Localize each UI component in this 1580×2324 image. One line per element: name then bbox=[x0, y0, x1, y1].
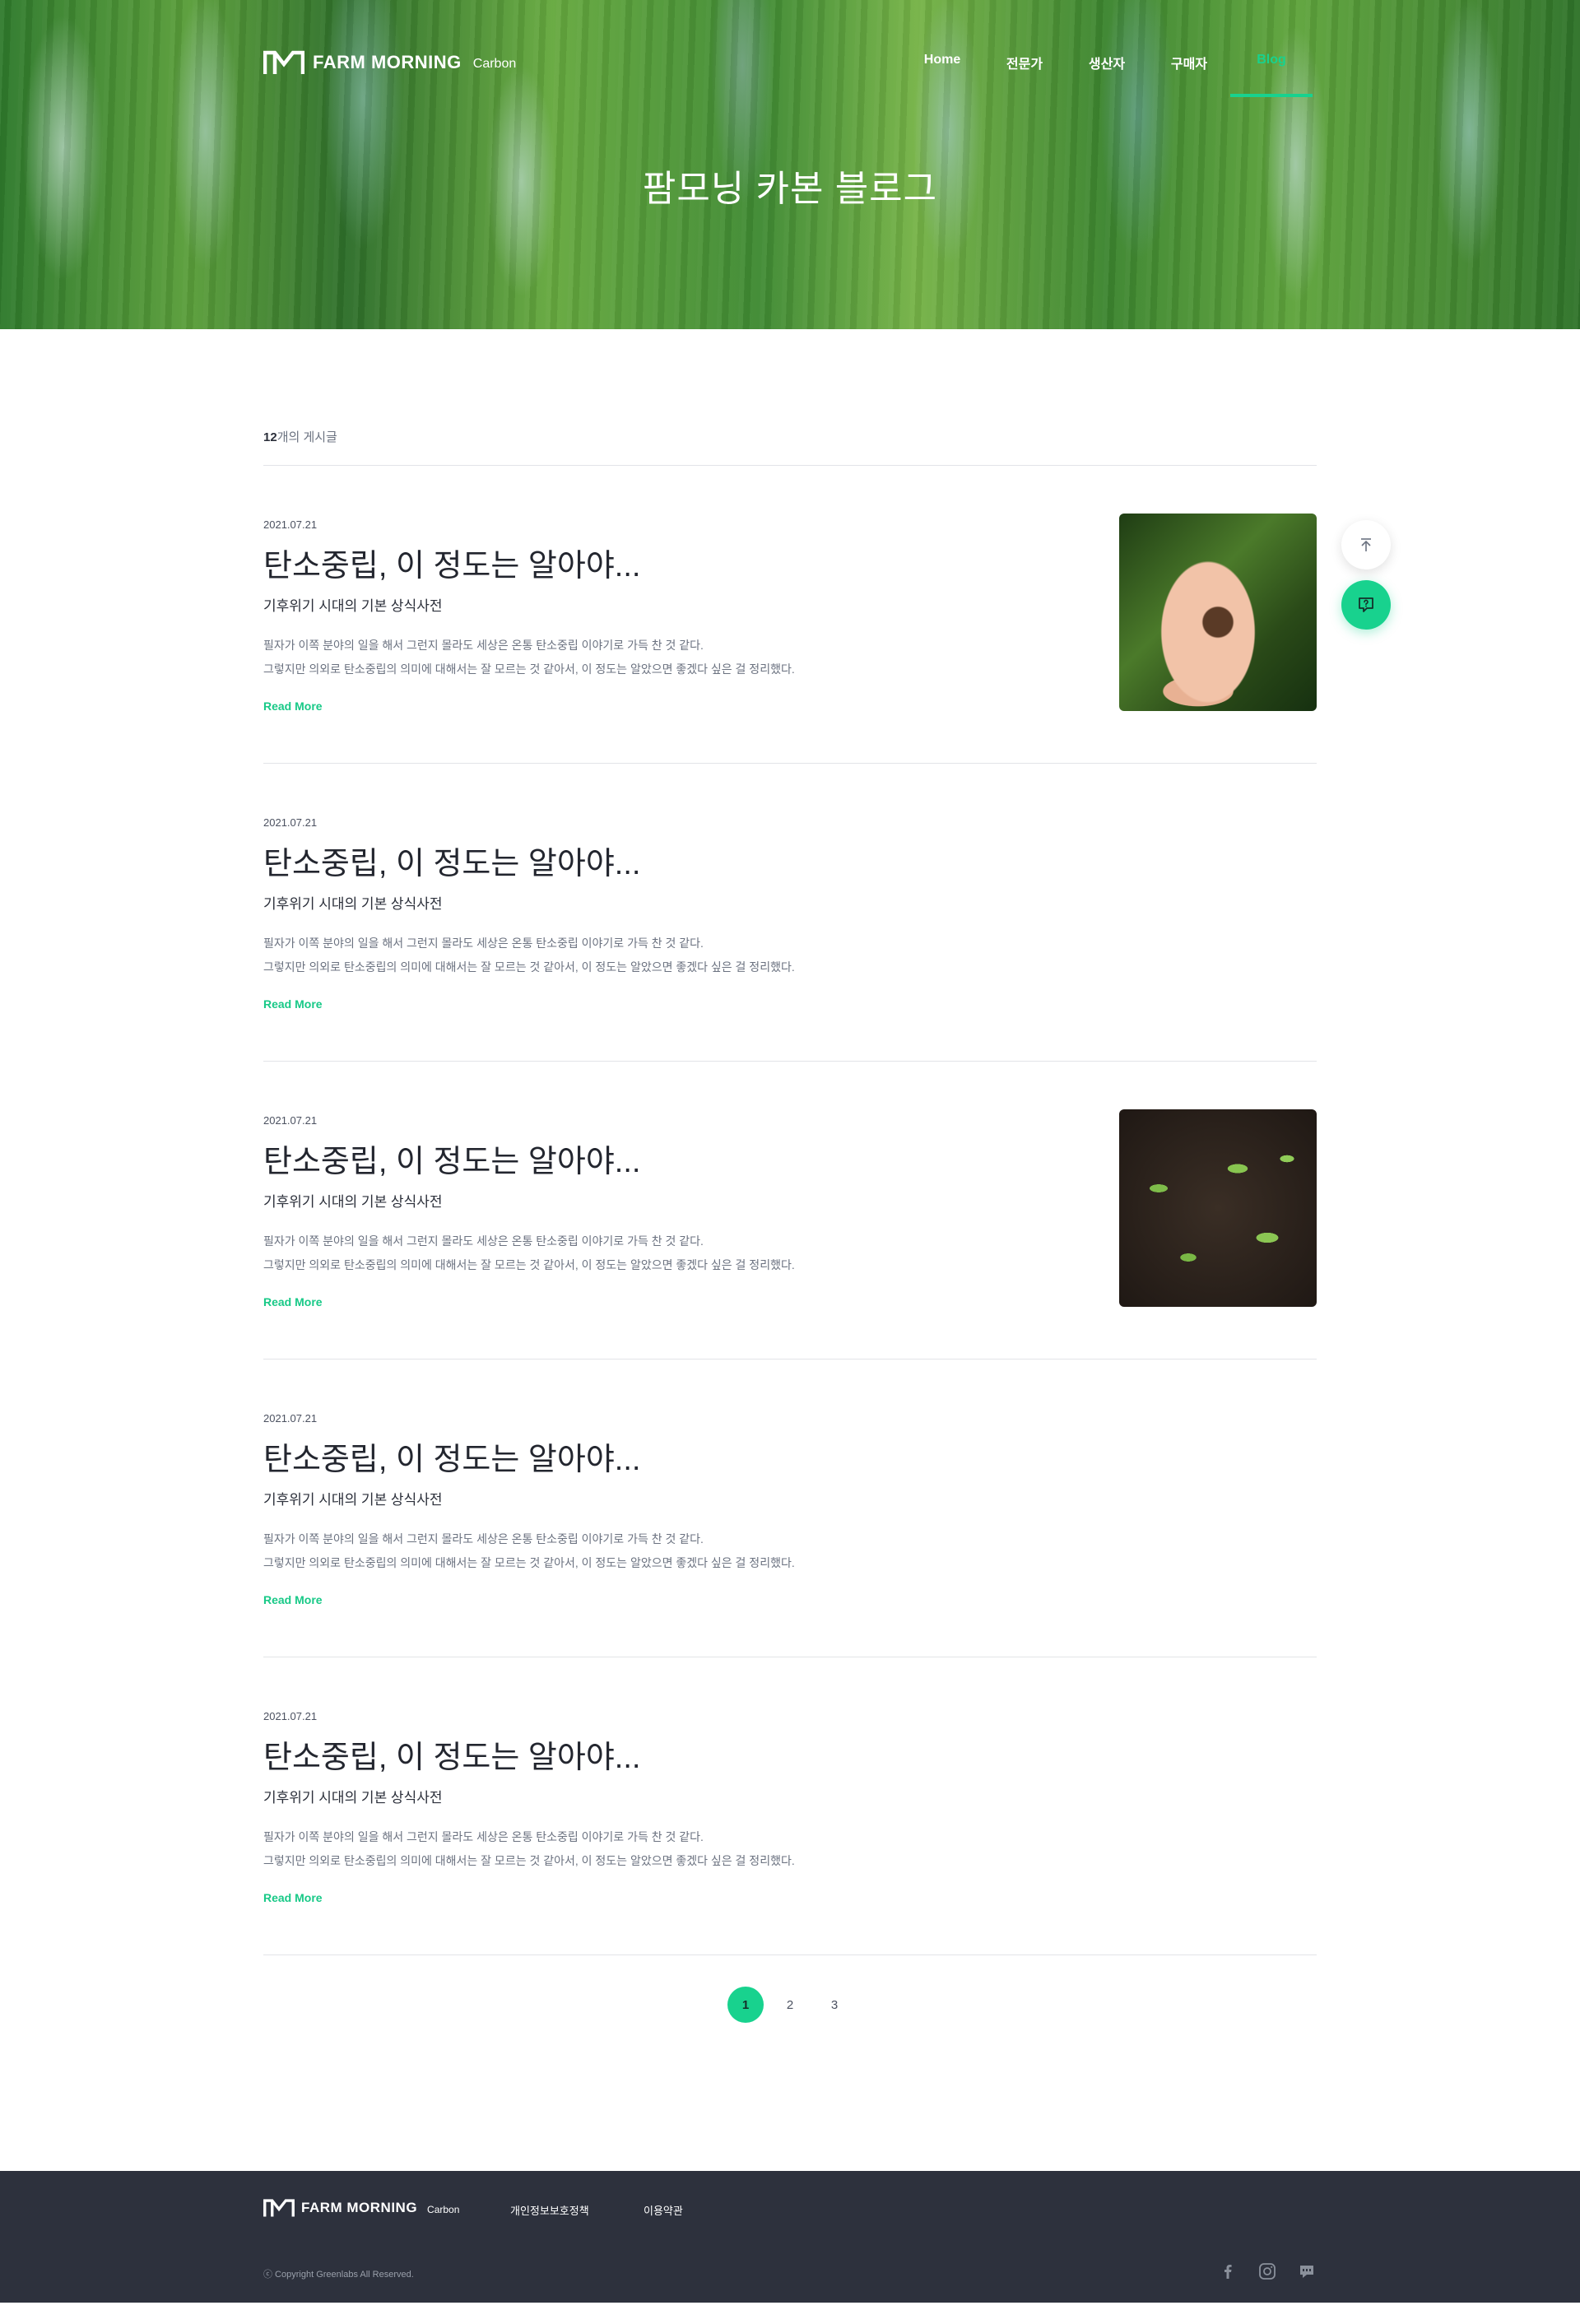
post-excerpt-line: 필자가 이쪽 분야의 일을 해서 그런지 몰라도 세상은 온통 탄소중립 이야기… bbox=[263, 639, 704, 652]
post-count-number: 12 bbox=[263, 430, 277, 444]
social-links bbox=[1218, 2261, 1317, 2281]
post-subtitle: 기후위기 시대의 기본 상식사전 bbox=[263, 598, 443, 614]
blog-post: 2021.07.21 탄소중립, 이 정도는 알아야... 기후위기 시대의 기… bbox=[263, 1062, 1317, 1360]
brand-logo[interactable]: FARM MORNING Carbon bbox=[263, 49, 516, 76]
arrow-to-top-icon bbox=[1361, 538, 1371, 551]
post-title[interactable]: 탄소중립, 이 정도는 알아야... bbox=[263, 1731, 640, 1777]
scroll-to-top-button[interactable] bbox=[1341, 520, 1391, 569]
page-1-button[interactable]: 1 bbox=[727, 1987, 764, 2023]
blog-list: 12개의 게시글 2021.07.21 탄소중립, 이 정도는 알아야... 기… bbox=[263, 329, 1317, 2171]
post-subtitle: 기후위기 시대의 기본 상식사전 bbox=[263, 896, 443, 912]
post-title[interactable]: 탄소중립, 이 정도는 알아야... bbox=[263, 1434, 640, 1479]
terms-link[interactable]: 이용약관 bbox=[644, 2202, 683, 2218]
pagination: 1 2 3 bbox=[263, 1987, 1317, 2171]
post-date: 2021.07.21 bbox=[263, 816, 318, 829]
post-excerpt: 필자가 이쪽 분야의 일을 해서 그런지 몰라도 세상은 온통 탄소중립 이야기… bbox=[263, 1229, 795, 1277]
nav-blog[interactable]: Blog bbox=[1230, 53, 1313, 97]
blog-post: 2021.07.21 탄소중립, 이 정도는 알아야... 기후위기 시대의 기… bbox=[263, 466, 1317, 764]
hero-banner: FARM MORNING Carbon Home 전문가 생산자 구매자 Blo… bbox=[0, 0, 1580, 329]
post-excerpt-line: 그렇지만 의외로 탄소중립의 의미에 대해서는 잘 모르는 것 같아서, 이 정… bbox=[263, 662, 795, 676]
site-footer: FARM MORNING Carbon 개인정보보호정책 이용약관 ⓒ Copy… bbox=[0, 2171, 1580, 2303]
post-excerpt-line: 필자가 이쪽 분야의 일을 해서 그런지 몰라도 세상은 온통 탄소중립 이야기… bbox=[263, 1234, 704, 1248]
nav-producers[interactable]: 생산자 bbox=[1066, 53, 1148, 97]
blog-post: 2021.07.21 탄소중립, 이 정도는 알아야... 기후위기 시대의 기… bbox=[263, 1657, 1317, 1955]
post-excerpt-line: 그렇지만 의외로 탄소중립의 의미에 대해서는 잘 모르는 것 같아서, 이 정… bbox=[263, 960, 795, 974]
brand-name: FARM MORNING bbox=[313, 52, 462, 72]
copyright: ⓒ Copyright Greenlabs All Reserved. bbox=[263, 2270, 414, 2280]
nav-buyers[interactable]: 구매자 bbox=[1148, 53, 1230, 97]
post-excerpt-line: 필자가 이쪽 분야의 일을 해서 그런지 몰라도 세상은 온통 탄소중립 이야기… bbox=[263, 1532, 704, 1545]
facebook-icon[interactable] bbox=[1218, 2261, 1238, 2281]
post-excerpt-line: 그렇지만 의외로 탄소중립의 의미에 대해서는 잘 모르는 것 같아서, 이 정… bbox=[263, 1854, 795, 1867]
post-title[interactable]: 탄소중립, 이 정도는 알아야... bbox=[263, 1136, 640, 1181]
nav-experts[interactable]: 전문가 bbox=[983, 53, 1066, 97]
footer-brand-name: FARM MORNING bbox=[301, 2200, 418, 2215]
post-title[interactable]: 탄소중립, 이 정도는 알아야... bbox=[263, 838, 640, 883]
brand-sub: Carbon bbox=[472, 56, 517, 71]
page-2-button[interactable]: 2 bbox=[772, 1987, 808, 2023]
post-date: 2021.07.21 bbox=[263, 518, 318, 531]
nav-home[interactable]: Home bbox=[901, 53, 983, 97]
post-date: 2021.07.21 bbox=[263, 1710, 318, 1722]
read-more-link[interactable]: Read More bbox=[263, 997, 323, 1011]
footer-logo[interactable]: FARM MORNING Carbon bbox=[263, 2198, 459, 2218]
privacy-policy-link[interactable]: 개인정보보호정책 bbox=[510, 2202, 589, 2218]
post-count: 12개의 게시글 bbox=[263, 428, 1317, 465]
post-date: 2021.07.21 bbox=[263, 1412, 318, 1425]
post-excerpt-line: 그렇지만 의외로 탄소중립의 의미에 대해서는 잘 모르는 것 같아서, 이 정… bbox=[263, 1556, 795, 1569]
blog-post: 2021.07.21 탄소중립, 이 정도는 알아야... 기후위기 시대의 기… bbox=[263, 1360, 1317, 1657]
blog-post: 2021.07.21 탄소중립, 이 정도는 알아야... 기후위기 시대의 기… bbox=[263, 764, 1317, 1062]
post-subtitle: 기후위기 시대의 기본 상식사전 bbox=[263, 1492, 443, 1508]
page-title: 팜모닝 카본 블로그 bbox=[642, 169, 938, 209]
post-subtitle: 기후위기 시대의 기본 상식사전 bbox=[263, 1194, 443, 1210]
instagram-icon[interactable] bbox=[1257, 2261, 1277, 2281]
read-more-link[interactable]: Read More bbox=[263, 1593, 323, 1606]
post-excerpt: 필자가 이쪽 분야의 일을 해서 그런지 몰라도 세상은 온통 탄소중립 이야기… bbox=[263, 1527, 795, 1575]
post-excerpt: 필자가 이쪽 분야의 일을 해서 그런지 몰라도 세상은 온통 탄소중립 이야기… bbox=[263, 1825, 795, 1873]
post-excerpt-line: 필자가 이쪽 분야의 일을 해서 그런지 몰라도 세상은 온통 탄소중립 이야기… bbox=[263, 937, 704, 950]
read-more-link[interactable]: Read More bbox=[263, 1295, 323, 1308]
read-more-link[interactable]: Read More bbox=[263, 700, 323, 713]
kakao-chat-icon[interactable] bbox=[1297, 2261, 1317, 2281]
read-more-link[interactable]: Read More bbox=[263, 1891, 323, 1904]
post-date: 2021.07.21 bbox=[263, 1114, 318, 1127]
main-nav: Home 전문가 생산자 구매자 Blog bbox=[901, 53, 1313, 97]
chat-help-button[interactable] bbox=[1341, 580, 1391, 630]
post-excerpt-line: 필자가 이쪽 분야의 일을 해서 그런지 몰라도 세상은 온통 탄소중립 이야기… bbox=[263, 1830, 704, 1843]
footer-brand-sub: Carbon bbox=[427, 2203, 460, 2215]
post-thumbnail-hand-sprout[interactable] bbox=[1119, 514, 1317, 711]
chat-help-icon bbox=[1359, 597, 1373, 612]
post-excerpt: 필자가 이쪽 분야의 일을 해서 그런지 몰라도 세상은 온통 탄소중립 이야기… bbox=[263, 932, 795, 979]
post-subtitle: 기후위기 시대의 기본 상식사전 bbox=[263, 1790, 443, 1806]
page-3-button[interactable]: 3 bbox=[816, 1987, 853, 2023]
post-excerpt: 필자가 이쪽 분야의 일을 해서 그런지 몰라도 세상은 온통 탄소중립 이야기… bbox=[263, 634, 795, 681]
post-count-suffix: 개의 게시글 bbox=[276, 430, 337, 444]
post-thumbnail-soil-seedlings[interactable] bbox=[1119, 1109, 1317, 1307]
farm-morning-logo-icon bbox=[263, 50, 304, 74]
post-excerpt-line: 그렇지만 의외로 탄소중립의 의미에 대해서는 잘 모르는 것 같아서, 이 정… bbox=[263, 1258, 795, 1271]
post-title[interactable]: 탄소중립, 이 정도는 알아야... bbox=[263, 540, 640, 585]
farm-morning-logo-icon bbox=[263, 2199, 295, 2217]
